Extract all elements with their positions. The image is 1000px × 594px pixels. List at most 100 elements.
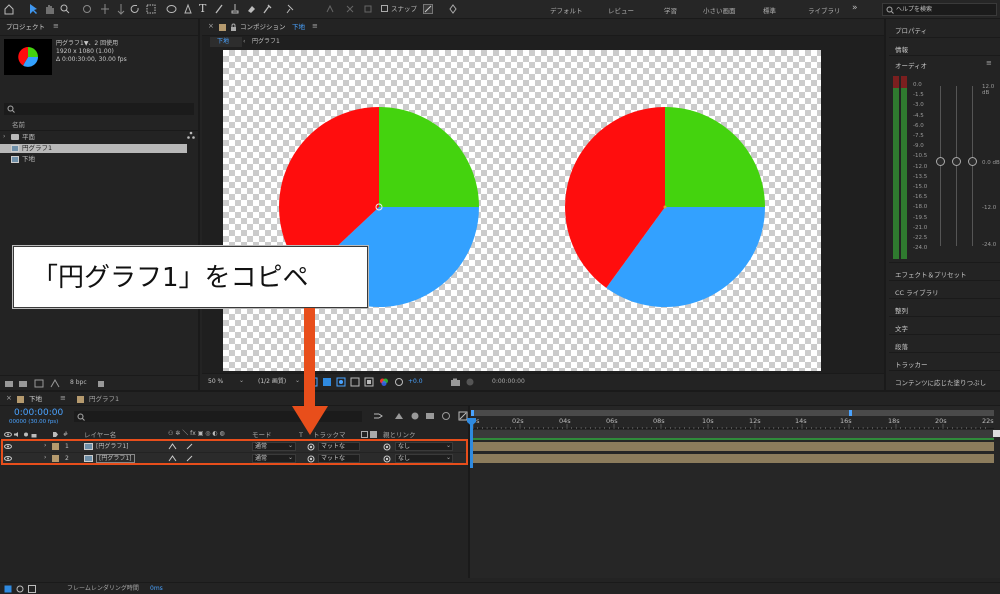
workspace-tab-libraries[interactable]: ライブラリ xyxy=(808,5,841,15)
shy-icon[interactable] xyxy=(410,411,420,421)
mode-column-header[interactable]: モード xyxy=(252,432,272,439)
workspace-tab-standard[interactable]: 標準 xyxy=(763,5,776,15)
cc-libraries-tab[interactable]: CC ライブラリ xyxy=(889,280,1000,298)
close-tab-icon[interactable]: × xyxy=(6,395,12,402)
show-snapshot-icon[interactable] xyxy=(465,377,475,387)
selection-tool-icon[interactable] xyxy=(28,3,38,15)
lock-icon[interactable] xyxy=(31,431,37,438)
switches-toggle-icon[interactable] xyxy=(16,585,24,593)
type-tool-icon[interactable]: T xyxy=(199,3,206,14)
new-folder-icon[interactable] xyxy=(18,379,28,388)
frame-blending-icon[interactable] xyxy=(425,411,435,421)
transfer-controls-icon[interactable] xyxy=(28,585,36,593)
name-column-header[interactable]: 名前 xyxy=(12,122,25,129)
bit-depth-label[interactable]: 8 bpc xyxy=(70,380,87,386)
info-panel-tab[interactable]: 情報 xyxy=(889,37,1000,55)
audio-panel-header[interactable]: オーディオ ≡ xyxy=(889,55,1000,70)
timeline-zoom-handle[interactable] xyxy=(993,430,1000,437)
playhead-icon[interactable] xyxy=(467,418,476,426)
paragraph-tab[interactable]: 段落 xyxy=(889,334,1000,352)
panel-menu-icon[interactable]: ≡ xyxy=(312,23,318,30)
panel-menu-icon[interactable]: ≡ xyxy=(53,23,59,30)
solo-icon[interactable] xyxy=(23,431,29,438)
clone-stamp-icon[interactable] xyxy=(230,3,240,15)
workspace-tab-default[interactable]: デフォルト xyxy=(550,5,583,15)
lock-icon[interactable] xyxy=(230,23,237,32)
comp-mini-flowchart-icon[interactable] xyxy=(373,411,383,421)
trash-icon[interactable] xyxy=(96,379,106,388)
layer-name-column-header[interactable]: レイヤー名 xyxy=(84,432,116,439)
matte-invert-icon[interactable] xyxy=(370,431,377,438)
grid-guide-icon[interactable] xyxy=(350,377,360,387)
workspace-tab-review[interactable]: レビュー xyxy=(608,5,634,15)
draft-3d-icon[interactable] xyxy=(394,411,404,421)
effects-presets-tab[interactable]: エフェクト＆プリセット xyxy=(889,262,1000,280)
timeline-current-time[interactable]: 0:00:00:00 xyxy=(14,409,63,418)
audio-slider-knob-right[interactable] xyxy=(968,157,977,166)
align-tab[interactable]: 整列 xyxy=(889,298,1000,316)
pin-tool-icon[interactable] xyxy=(285,3,295,15)
axis-view-icon[interactable] xyxy=(363,3,373,15)
snap-options-icon[interactable] xyxy=(423,3,433,15)
timeline-tab[interactable]: 円グラフ1 xyxy=(89,396,119,403)
eye-icon[interactable] xyxy=(4,431,12,438)
axis-world-icon[interactable] xyxy=(345,3,355,15)
parent-link-column-header[interactable]: 親とリンク xyxy=(383,432,416,439)
character-tab[interactable]: 文字 xyxy=(889,316,1000,334)
panel-menu-icon[interactable]: ≡ xyxy=(60,395,66,402)
adjust-project-icon[interactable] xyxy=(50,379,60,388)
help-search-input[interactable]: ヘルプを検索 xyxy=(882,3,997,16)
home-icon[interactable] xyxy=(4,3,14,15)
audio-icon[interactable] xyxy=(13,431,20,438)
motion-blur-icon[interactable] xyxy=(441,411,451,421)
exposure-value[interactable]: +0.0 xyxy=(408,379,423,385)
brush-tool-icon[interactable] xyxy=(214,3,224,15)
layer-duration-bar[interactable] xyxy=(471,454,994,463)
orbit-tool-icon[interactable] xyxy=(82,3,92,15)
work-area-bar[interactable] xyxy=(471,430,994,438)
project-panel-title[interactable]: プロジェクト xyxy=(6,24,45,31)
comp-tab-name[interactable]: 下地 xyxy=(292,24,305,31)
hand-tool-icon[interactable] xyxy=(44,3,54,15)
resolution-dropdown[interactable]: (1/2 画質) xyxy=(258,379,286,385)
audio-slider-knob-left[interactable] xyxy=(936,157,945,166)
time-ruler[interactable] xyxy=(471,416,994,429)
render-toggle-icon[interactable] xyxy=(4,585,12,593)
interpret-footage-icon[interactable] xyxy=(4,379,14,388)
workspace-overflow-icon[interactable]: » xyxy=(852,4,858,13)
roto-brush-icon[interactable] xyxy=(262,3,272,15)
pen-tool-icon[interactable] xyxy=(183,3,193,15)
magnification-dropdown[interactable]: 50 % xyxy=(208,379,223,385)
label-tag-icon[interactable] xyxy=(52,431,59,438)
comp-color-label[interactable] xyxy=(219,24,226,31)
snap-checkbox[interactable] xyxy=(381,5,388,12)
matte-toggle-icon[interactable] xyxy=(361,431,368,438)
tracker-tab[interactable]: トラッカー xyxy=(889,352,1000,370)
expand-arrow-icon[interactable]: › xyxy=(3,134,5,140)
rotate-tool-icon[interactable] xyxy=(130,3,140,15)
layer-duration-bar[interactable] xyxy=(471,442,994,451)
audio-slider-knob-master[interactable] xyxy=(952,157,961,166)
project-search-input[interactable] xyxy=(4,103,194,115)
project-item-row-selected[interactable]: 円グラフ1 xyxy=(0,144,187,153)
anchor-point-icon[interactable] xyxy=(663,205,667,209)
properties-panel-tab[interactable]: プロパティ xyxy=(889,19,1000,37)
project-item-row[interactable]: › 平面 xyxy=(0,133,187,142)
timeline-tab-active[interactable]: 下地 xyxy=(29,396,42,403)
camera-snapshot-icon[interactable] xyxy=(450,377,461,387)
close-tab-icon[interactable]: × xyxy=(208,23,214,30)
dolly-tool-icon[interactable] xyxy=(116,3,126,15)
workspace-tab-small-screen[interactable]: 小さい画面 xyxy=(703,5,736,15)
new-composition-icon[interactable] xyxy=(34,379,44,388)
panel-menu-icon[interactable]: ≡ xyxy=(986,59,992,67)
anchor-tool-icon[interactable] xyxy=(146,3,156,15)
comp-timecode[interactable]: 0:00:00:00 xyxy=(492,379,525,385)
more-tools-icon[interactable] xyxy=(448,3,458,15)
chevron-down-icon[interactable]: ⌄ xyxy=(239,378,244,384)
exposure-reset-icon[interactable] xyxy=(394,377,404,387)
project-item-row[interactable]: 下地 xyxy=(0,155,187,164)
breadcrumb-active[interactable]: 下地 xyxy=(210,37,242,47)
axis-local-icon[interactable] xyxy=(325,3,335,15)
eraser-tool-icon[interactable] xyxy=(246,3,256,15)
breadcrumb-next[interactable]: 円グラフ1 xyxy=(252,39,280,45)
